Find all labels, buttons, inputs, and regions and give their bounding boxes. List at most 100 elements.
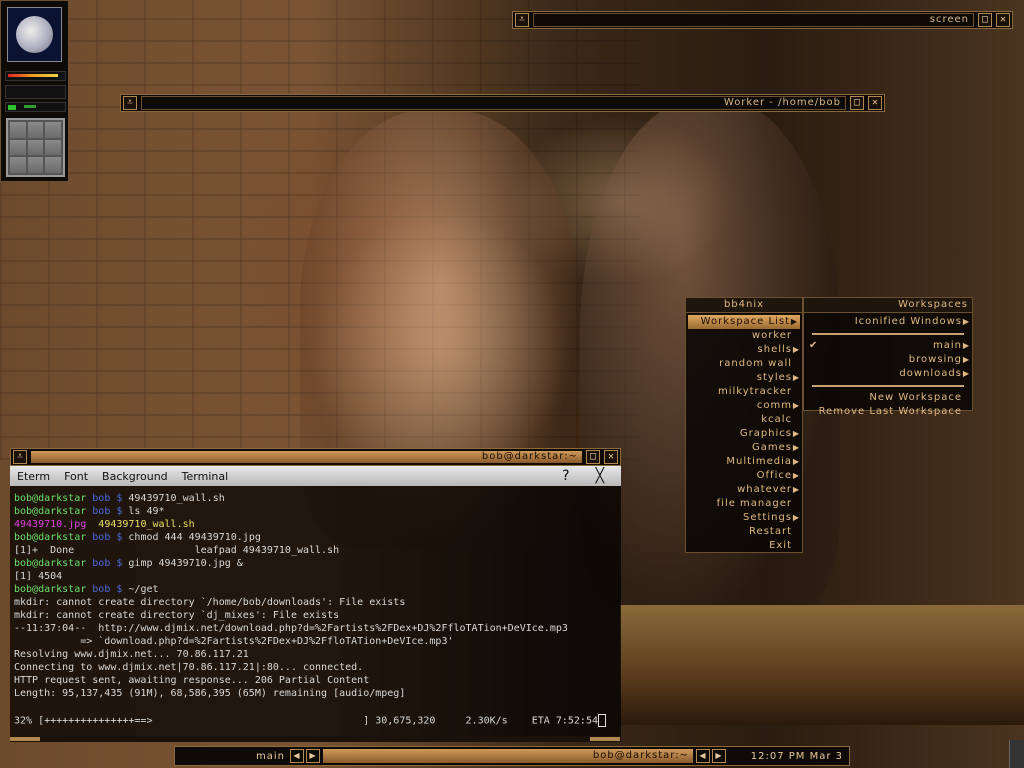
submenu-arrow-icon: ▶: [792, 471, 800, 480]
menu-item-whatever[interactable]: whatever ▶: [686, 483, 802, 497]
menu-item-workspace-list[interactable]: Workspace List ▶: [688, 315, 800, 329]
iconified-windows-label: Iconified Windows: [854, 316, 962, 327]
new-workspace-item[interactable]: New Workspace: [804, 391, 972, 405]
menu-item-games[interactable]: Games ▶: [686, 441, 802, 455]
terminal-text-segment: bob $: [92, 584, 129, 595]
text-cursor: [598, 714, 606, 727]
workspace-item-main[interactable]: ✔ main ▶: [804, 339, 972, 353]
submenu-arrow-icon: ▶: [790, 317, 798, 326]
terminal-text-segment: Connecting to www.djmix.net|70.86.117.21…: [14, 662, 364, 673]
close-button[interactable]: ✕: [868, 96, 882, 110]
worker-window-titlebar[interactable]: ⩡ Worker - /home/bob □ ✕: [120, 94, 885, 112]
submenu-arrow-icon: ▶: [792, 443, 800, 452]
remove-workspace-item[interactable]: Remove Last Workspace: [804, 405, 972, 419]
terminal-line: bob@darkstar bob $ 49439710_wall.sh: [14, 492, 617, 505]
terminal-text-segment: bob@darkstar: [14, 532, 93, 543]
workspace-pager[interactable]: [6, 118, 65, 177]
terminal-text-segment: chmod 444 49439710.jpg: [128, 532, 261, 543]
terminal-window-titlebar[interactable]: ⩡ bob@darkstar:~ □ ✕: [10, 448, 621, 466]
terminal-text-segment: bob@darkstar: [14, 584, 93, 595]
menu-item-label: Workspace List: [700, 316, 790, 327]
terminal-text-segment: Resolving www.djmix.net... 70.86.117.21: [14, 649, 249, 660]
download-progress: 32% [+++++++++++++++==> ] 30,675,320 2.3…: [14, 714, 616, 727]
menu-item-graphics[interactable]: Graphics ▶: [686, 427, 802, 441]
workspace-item-downloads[interactable]: downloads ▶: [804, 367, 972, 381]
terminal-text-segment: Length: 95,137,435 (91M), 68,586,395 (65…: [14, 688, 406, 699]
terminal-line: mkdir: cannot create directory `/home/bo…: [14, 596, 617, 609]
menu-terminal[interactable]: Terminal: [175, 470, 236, 483]
toolbar-clock: 12:07 PM Mar 3: [750, 750, 843, 762]
submenu-arrow-icon: ▶: [962, 341, 970, 350]
pager-cell[interactable]: [27, 122, 44, 138]
maximize-button[interactable]: □: [978, 13, 992, 27]
workspace-label: browsing: [908, 354, 962, 365]
terminal-line: Connecting to www.djmix.net|70.86.117.21…: [14, 661, 617, 674]
terminal-text-segment: bob@darkstar: [14, 493, 93, 504]
menu-item-restart[interactable]: Restart: [686, 525, 802, 539]
pager-cell[interactable]: [45, 139, 61, 156]
pager-cell[interactable]: [10, 157, 26, 173]
prev-window-button[interactable]: ◀: [696, 749, 710, 763]
moon-dockapp[interactable]: [7, 7, 62, 62]
menu-item-exit[interactable]: Exit: [686, 539, 802, 553]
terminal-text-segment: bob@darkstar: [14, 506, 93, 517]
window-title: screen: [533, 13, 974, 27]
menu-item-kcalc[interactable]: kcalc: [686, 413, 802, 427]
pager-cell[interactable]: [27, 139, 44, 156]
iconify-button[interactable]: ⩡: [515, 13, 529, 27]
workspace-list: ✔ main ▶ browsing ▶ downloads ▶: [804, 339, 972, 381]
menu-item-random-wall[interactable]: random wall: [686, 357, 802, 371]
terminal-text-segment: ~/get: [128, 584, 159, 595]
toolbar-window-label[interactable]: bob@darkstar:~: [323, 749, 693, 763]
maximize-button[interactable]: □: [850, 96, 864, 110]
terminal-window[interactable]: Eterm Font Background Terminal ? ╳ bob@d…: [10, 466, 621, 742]
iconify-button[interactable]: ⩡: [123, 96, 137, 110]
workspaces-submenu-title: Workspaces: [804, 298, 972, 313]
toolbar-workspace-label[interactable]: main: [175, 751, 289, 762]
close-button[interactable]: ✕: [604, 450, 618, 464]
submenu-arrow-icon: ▶: [962, 317, 970, 326]
menu-item-office[interactable]: Office ▶: [686, 469, 802, 483]
pager-cell[interactable]: [45, 157, 61, 173]
scrollbar-left-thumb[interactable]: [10, 737, 40, 741]
menu-item-label: worker: [751, 330, 792, 341]
net-meter: [5, 102, 66, 112]
pager-cell[interactable]: [10, 122, 26, 138]
pager-cell[interactable]: [27, 157, 44, 173]
help-icon[interactable]: ?: [555, 468, 576, 484]
terminal-line: bob@darkstar bob $ ~/get: [14, 583, 617, 596]
menu-item-label: styles: [756, 372, 792, 383]
iconify-button[interactable]: ⩡: [13, 450, 27, 464]
terminal-line: Resolving www.djmix.net... 70.86.117.21: [14, 648, 617, 661]
menu-item-settings[interactable]: Settings ▶: [686, 511, 802, 525]
menu-item-worker[interactable]: worker: [686, 329, 802, 343]
next-window-button[interactable]: ▶: [712, 749, 726, 763]
terminal-text-segment: mkdir: cannot create directory `/home/bo…: [14, 597, 406, 608]
menu-item-styles[interactable]: styles ▶: [686, 371, 802, 385]
iconified-windows-item[interactable]: Iconified Windows ▶: [804, 315, 972, 329]
pager-cell[interactable]: [10, 139, 26, 156]
menu-eterm[interactable]: Eterm: [10, 470, 57, 483]
workspace-item-browsing[interactable]: browsing ▶: [804, 353, 972, 367]
prev-workspace-button[interactable]: ◀: [290, 749, 304, 763]
menu-item-file-manager[interactable]: file manager: [686, 497, 802, 511]
submenu-arrow-icon: ▶: [792, 401, 800, 410]
next-workspace-button[interactable]: ▶: [306, 749, 320, 763]
close-icon[interactable]: ╳: [589, 468, 611, 484]
menu-item-comm[interactable]: comm ▶: [686, 399, 802, 413]
menu-item-multimedia[interactable]: Multimedia ▶: [686, 455, 802, 469]
menu-item-milkytracker[interactable]: milkytracker: [686, 385, 802, 399]
screen-window-titlebar[interactable]: ⩡ screen □ ✕: [512, 11, 1013, 29]
pager-cell[interactable]: [45, 122, 61, 138]
terminal-scrollbar[interactable]: [10, 736, 621, 742]
terminal-text-segment: bob $: [92, 532, 129, 543]
menu-font[interactable]: Font: [57, 470, 95, 483]
scrollbar-right-thumb[interactable]: [590, 737, 620, 741]
terminal-text-segment: ls 49*: [128, 506, 165, 517]
menu-background[interactable]: Background: [95, 470, 175, 483]
maximize-button[interactable]: □: [586, 450, 600, 464]
menu-item-shells[interactable]: shells ▶: [686, 343, 802, 357]
dockapp-panel: [0, 0, 69, 182]
close-button[interactable]: ✕: [996, 13, 1010, 27]
